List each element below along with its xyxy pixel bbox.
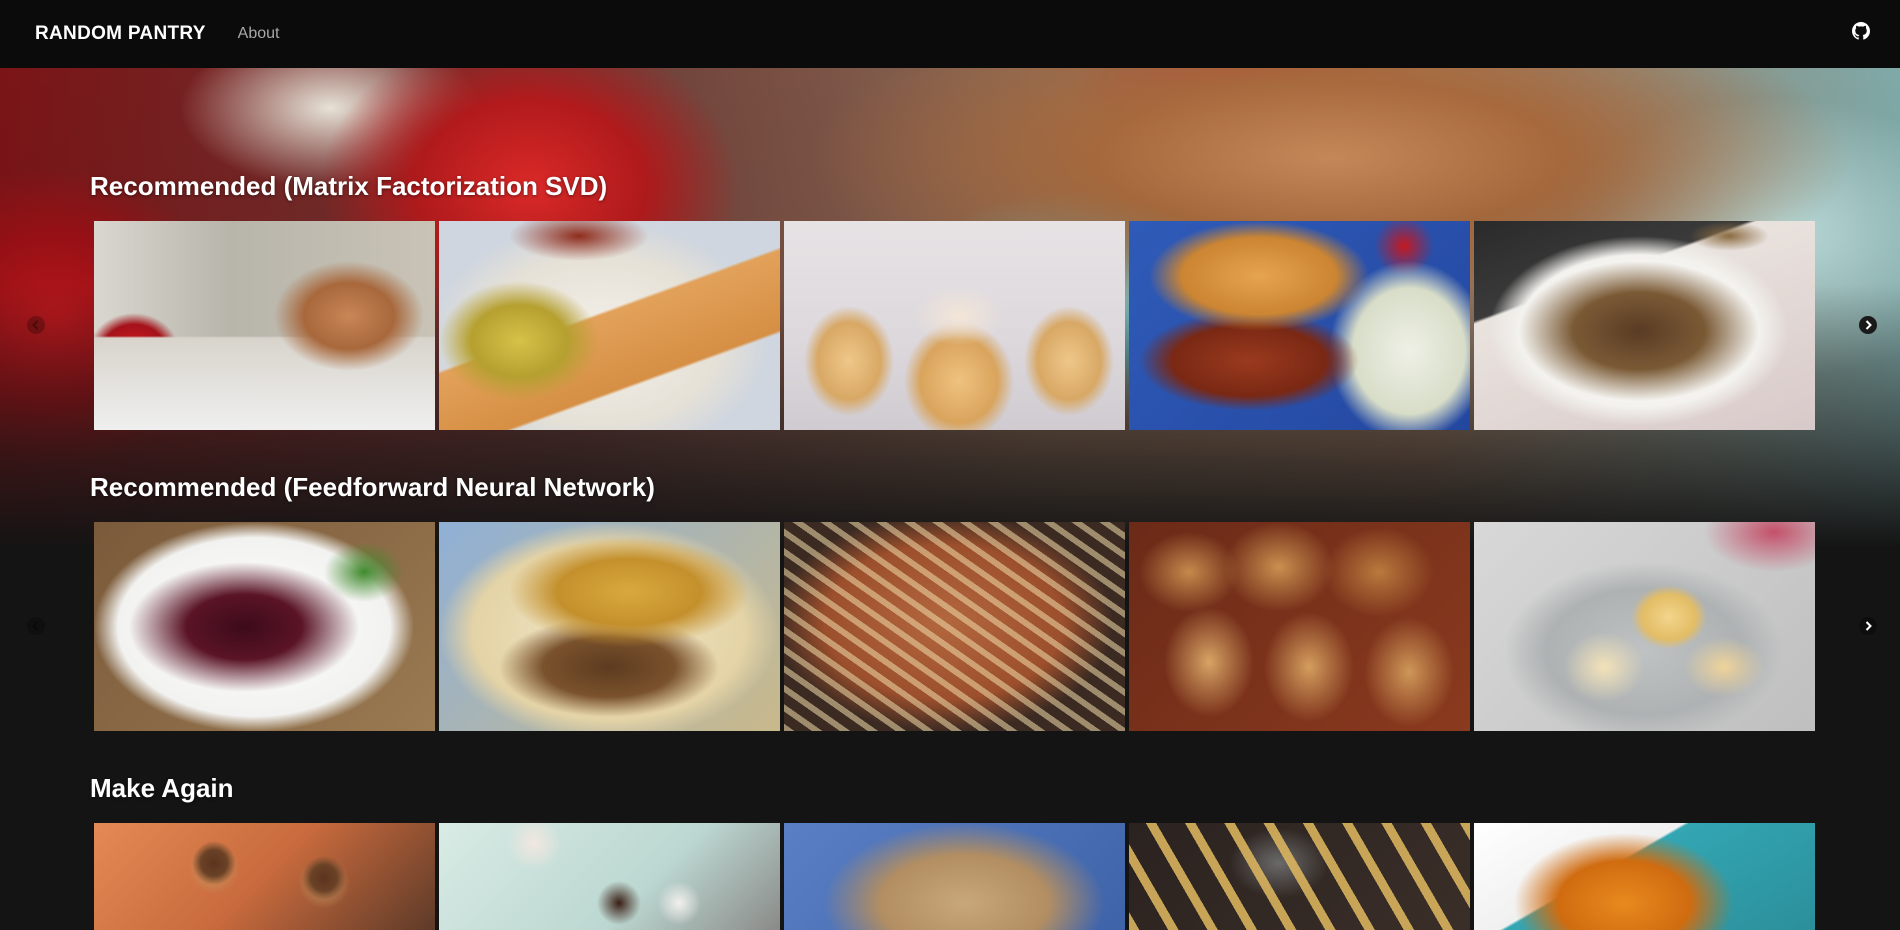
recipe-tiles — [94, 522, 1815, 731]
brand-logo-text[interactable]: RANDOM PANTRY — [35, 23, 206, 45]
chevron-left-icon[interactable] — [27, 617, 45, 635]
nav-link-about[interactable]: About — [238, 25, 280, 43]
recipe-card[interactable] — [1129, 823, 1470, 930]
chevron-right-icon[interactable] — [1859, 316, 1877, 334]
top-navbar: RANDOM PANTRY About — [0, 0, 1900, 68]
github-icon[interactable] — [1852, 22, 1870, 40]
recipe-card[interactable] — [1474, 221, 1815, 430]
recipe-card[interactable] — [439, 522, 780, 731]
row-title: Recommended (Feedforward Neural Network) — [90, 472, 655, 502]
row-title: Make Again — [90, 773, 234, 803]
chevron-left-icon[interactable] — [27, 316, 45, 334]
recipe-card[interactable] — [94, 221, 435, 430]
recipe-card[interactable] — [784, 522, 1125, 731]
recipe-card[interactable] — [439, 823, 780, 930]
recipe-card[interactable] — [1129, 522, 1470, 731]
row-title: Recommended (Matrix Factorization SVD) — [90, 171, 608, 201]
recipe-card[interactable] — [439, 221, 780, 430]
recipe-card[interactable] — [94, 823, 435, 930]
recipe-card[interactable] — [1129, 221, 1470, 430]
recipe-card[interactable] — [1474, 522, 1815, 731]
recipe-card[interactable] — [784, 823, 1125, 930]
recipe-card[interactable] — [94, 522, 435, 731]
recipe-tiles — [94, 221, 1815, 430]
recipe-tiles — [94, 823, 1815, 930]
chevron-right-icon[interactable] — [1859, 617, 1877, 635]
recipe-card[interactable] — [1474, 823, 1815, 930]
recipe-card[interactable] — [784, 221, 1125, 430]
